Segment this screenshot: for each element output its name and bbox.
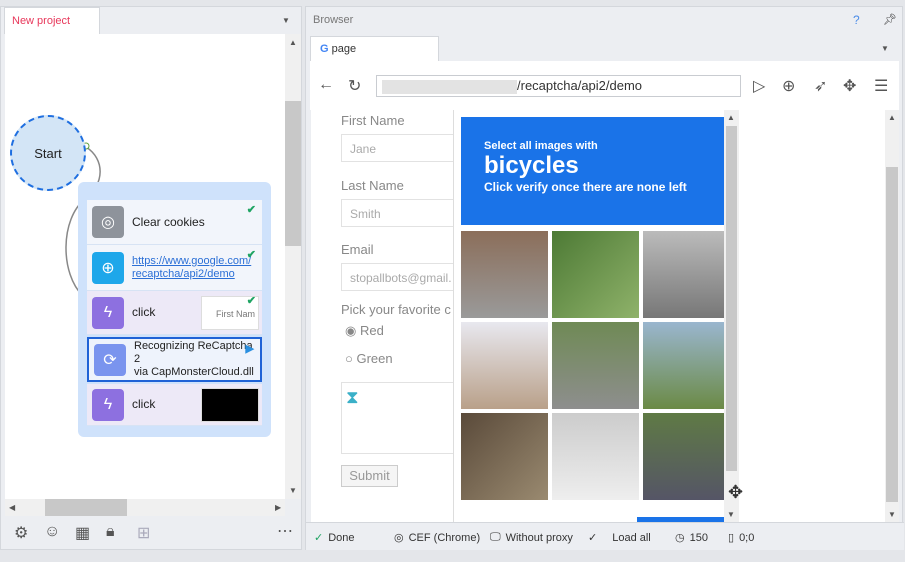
- cookie-icon: ◎: [92, 206, 124, 238]
- lock-icon[interactable]: 🔒︎: [106, 523, 115, 541]
- add-circle-icon[interactable]: ⊕: [782, 76, 795, 96]
- captcha-tile[interactable]: [552, 231, 639, 318]
- action-line-1: Recognizing ReCaptcha 2: [134, 340, 253, 365]
- back-icon[interactable]: ←: [318, 76, 334, 94]
- menu-icon[interactable]: ☰: [874, 76, 888, 96]
- extension-icon[interactable]: ✥: [843, 76, 856, 96]
- captcha-tile[interactable]: [461, 231, 548, 318]
- google-icon: G: [320, 43, 329, 55]
- mouse-icon: ▯: [728, 532, 735, 544]
- chrome-icon: ◎: [394, 532, 404, 544]
- panel-title: Browser: [313, 14, 354, 26]
- status-done: ✓ Done: [314, 531, 355, 545]
- action-label: click: [132, 305, 156, 319]
- grid-icon[interactable]: ▦: [75, 523, 90, 543]
- recaptcha-box: ⧗: [341, 382, 456, 454]
- project-panel: New project ▼ Start ◎ Clear cookies ✔ ⊕ …: [0, 6, 302, 550]
- pin-icon[interactable]: 📌︎: [883, 13, 897, 26]
- submit-button[interactable]: Submit: [341, 465, 398, 487]
- clock-icon: ◷: [675, 532, 685, 544]
- refresh-icon: ⟳: [94, 343, 126, 376]
- check-icon: ✔: [246, 204, 256, 216]
- url-line-2: recaptcha/api2/demo: [132, 267, 235, 280]
- preview-thumbnail: [201, 388, 259, 422]
- captcha-challenge: Select all images with bicycles Click ve…: [453, 110, 743, 522]
- tab-label: page: [331, 43, 357, 55]
- status-engine[interactable]: ◎ CEF (Chrome): [394, 531, 480, 545]
- tab-menu-icon[interactable]: ▼: [282, 16, 290, 25]
- reload-icon[interactable]: ↻: [348, 76, 361, 96]
- cursor-icon[interactable]: ➶: [814, 76, 827, 96]
- play-icon[interactable]: ▷: [753, 76, 765, 96]
- tab-menu-icon[interactable]: ▼: [881, 44, 889, 53]
- captcha-tile[interactable]: [552, 413, 639, 500]
- url-line-1: https://www.google.com/: [132, 254, 252, 267]
- web-page: First Name Jane Last Name Smith Email st…: [311, 110, 899, 523]
- captcha-scrollbar[interactable]: ▲ ▼: [724, 110, 739, 522]
- email-input[interactable]: stopallbots@gmail.: [341, 263, 456, 291]
- captcha-tile[interactable]: [552, 322, 639, 409]
- status-proxy[interactable]: 🖵︎ Without proxy: [490, 531, 573, 544]
- status-timeout[interactable]: ◷ 150: [675, 531, 708, 545]
- start-node[interactable]: Start: [10, 115, 86, 191]
- captcha-tile[interactable]: [461, 322, 548, 409]
- color-label: Pick your favorite c: [341, 302, 451, 317]
- status-coords: ▯ 0;0: [728, 531, 755, 545]
- help-icon[interactable]: ?: [853, 13, 860, 27]
- first-name-label: First Name: [341, 113, 405, 128]
- captcha-tile[interactable]: [643, 413, 730, 500]
- globe-icon: ⊕: [92, 251, 124, 284]
- url-text: /recaptcha/api2/demo: [517, 78, 643, 93]
- play-icon: ▶: [245, 343, 254, 355]
- email-label: Email: [341, 242, 374, 257]
- status-load[interactable]: ✓ Load all: [588, 531, 651, 545]
- captcha-tile[interactable]: [643, 231, 730, 318]
- add-icon[interactable]: ⊞: [137, 523, 150, 543]
- status-bar: ✓ Done ◎ CEF (Chrome) 🖵︎ Without proxy ✓ Loa…: [306, 522, 904, 550]
- captcha-hint: Click verify once there are none left: [484, 180, 687, 194]
- action-line-2: via CapMonsterCloud.dll: [134, 366, 254, 378]
- check-icon: ✔: [246, 295, 256, 307]
- first-name-input[interactable]: Jane: [341, 134, 456, 162]
- action-click[interactable]: ϟ click First Nam ✔: [87, 291, 262, 335]
- monitor-icon: 🖵︎: [490, 531, 501, 543]
- action-click[interactable]: ϟ click: [87, 384, 262, 426]
- action-label: click: [132, 397, 156, 411]
- action-clear-cookies[interactable]: ◎ Clear cookies ✔: [87, 200, 262, 245]
- hourglass-icon: ⧗: [346, 387, 359, 407]
- vertical-scrollbar[interactable]: ▲ ▼: [285, 34, 301, 499]
- captcha-instruction: Select all images with: [484, 140, 598, 152]
- check-icon: ✓: [588, 532, 598, 544]
- more-icon[interactable]: ⋯: [277, 521, 293, 541]
- action-recognize-captcha[interactable]: ⟳ Recognizing ReCaptcha 2 via CapMonsterC…: [87, 337, 262, 382]
- action-label: Clear cookies: [132, 214, 205, 229]
- tab-page[interactable]: G page: [310, 36, 439, 62]
- last-name-input[interactable]: Smith: [341, 199, 456, 227]
- action-navigate[interactable]: ⊕ https://www.google.com/recaptcha/api2/…: [87, 245, 262, 291]
- check-circle-icon: ✓: [314, 532, 324, 544]
- lightning-icon: ϟ: [92, 296, 124, 329]
- captcha-tile[interactable]: [643, 322, 730, 409]
- check-icon: ✔: [246, 249, 256, 261]
- browser-panel: Browser ? 📌︎ G page ▼ ← ↻ /recaptcha/api…: [305, 6, 904, 550]
- address-bar[interactable]: /recaptcha/api2/demo: [376, 75, 741, 97]
- horizontal-scrollbar[interactable]: ◀ ▶: [5, 499, 285, 516]
- radio-green[interactable]: ○ Green: [345, 351, 393, 366]
- captcha-keyword: bicycles: [484, 152, 579, 179]
- tab-new-project[interactable]: New project: [4, 7, 100, 34]
- captcha-tile[interactable]: [461, 413, 548, 500]
- blurred-url-part: [382, 79, 517, 94]
- captcha-header: Select all images with bicycles Click ve…: [461, 117, 724, 225]
- page-scrollbar[interactable]: ▲ ▼: [885, 110, 899, 523]
- move-cursor-icon: ✥: [728, 482, 744, 502]
- action-group: ◎ Clear cookies ✔ ⊕ https://www.google.c…: [78, 182, 271, 437]
- start-label: Start: [34, 145, 62, 161]
- settings-icon[interactable]: ⚙: [14, 523, 28, 543]
- lightning-icon: ϟ: [92, 388, 124, 421]
- radio-red[interactable]: ◉ Red: [345, 323, 384, 339]
- user-icon[interactable]: ☺: [44, 523, 60, 541]
- last-name-label: Last Name: [341, 178, 404, 193]
